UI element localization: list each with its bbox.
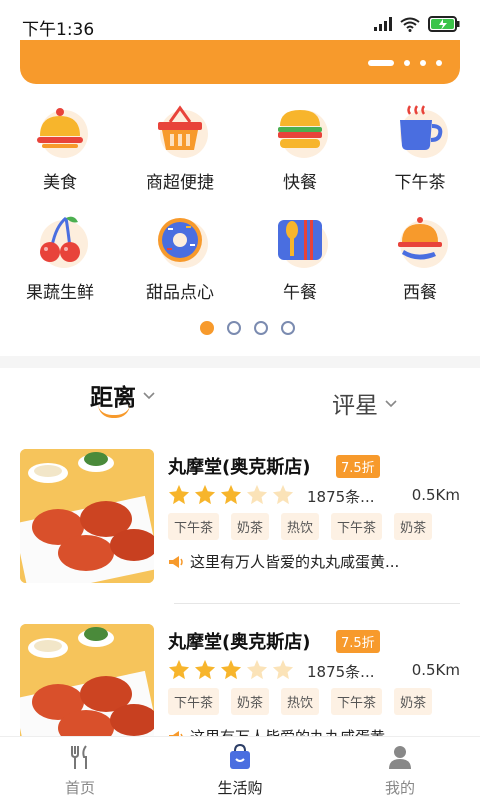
shop-tag: 下午茶 xyxy=(168,513,220,540)
shopping-bag-icon xyxy=(230,743,250,769)
category-label: 商超便捷 xyxy=(146,173,214,193)
discount-badge: 7.5折 xyxy=(336,630,380,653)
shop-tag: 热饮 xyxy=(281,513,320,540)
cutlery-icon xyxy=(270,210,330,270)
banner-dot xyxy=(420,60,426,66)
review-count: 1875条... xyxy=(307,488,375,506)
megaphone-icon xyxy=(169,555,183,568)
star-filled-icon xyxy=(194,659,216,680)
category-shangchao[interactable]: 商超便捷 xyxy=(120,100,240,200)
nav-profile-label: 我的 xyxy=(384,779,415,797)
category-xican[interactable]: 西餐 xyxy=(360,210,480,310)
status-time: 下午1:36 xyxy=(22,20,95,40)
nav-shopping[interactable]: 生活购 xyxy=(190,743,290,798)
shop-distance: 0.5Km xyxy=(411,486,460,504)
fork-knife-icon xyxy=(71,745,87,769)
shop-name: 丸摩堂(奥克斯店) xyxy=(168,457,311,478)
category-meishi[interactable]: 美食 xyxy=(0,100,120,200)
category-label: 果蔬生鲜 xyxy=(26,283,94,303)
pager-dot[interactable] xyxy=(254,321,268,335)
nav-home[interactable]: 首页 xyxy=(30,743,130,798)
serving-tray-icon xyxy=(390,210,450,270)
battery-charging-icon xyxy=(428,16,460,32)
shop-tags: 下午茶 奶茶 热饮 下午茶 奶茶 xyxy=(168,513,433,540)
shop-promo: 这里有万人皆爱的丸丸咸蛋黄... xyxy=(168,551,399,572)
user-icon xyxy=(389,746,411,769)
shop-tag: 下午茶 xyxy=(168,688,220,715)
category-label: 甜品点心 xyxy=(146,283,214,303)
shop-tag: 下午茶 xyxy=(331,513,383,540)
signal-icon xyxy=(374,17,392,31)
active-tab-indicator xyxy=(98,404,130,418)
sort-rating-tab[interactable]: 评星 xyxy=(332,386,398,420)
category-xiawucha[interactable]: 下午茶 xyxy=(360,100,480,200)
category-guoshu[interactable]: 果蔬生鲜 xyxy=(0,210,120,310)
shop-tag: 奶茶 xyxy=(394,688,433,715)
shop-tag: 奶茶 xyxy=(231,513,270,540)
discount-badge: 7.5折 xyxy=(336,455,380,478)
nav-home-label: 首页 xyxy=(64,779,95,797)
star-filled-icon xyxy=(168,484,190,505)
section-divider xyxy=(0,356,480,368)
promo-banner[interactable] xyxy=(20,40,460,84)
rating-stars xyxy=(168,484,294,505)
nav-shopping-label: 生活购 xyxy=(217,779,263,797)
basket-icon xyxy=(150,100,210,160)
banner-dot xyxy=(368,60,394,66)
category-label: 快餐 xyxy=(283,173,317,193)
category-label: 下午茶 xyxy=(394,173,446,193)
category-wucan[interactable]: 午餐 xyxy=(240,210,360,310)
category-label: 午餐 xyxy=(283,283,317,303)
pager-dot[interactable] xyxy=(281,321,295,335)
shop-tag: 热饮 xyxy=(281,688,320,715)
review-count: 1875条... xyxy=(307,663,375,681)
star-filled-icon xyxy=(194,484,216,505)
category-pager xyxy=(200,321,295,335)
card-divider xyxy=(174,603,460,604)
pager-dot[interactable] xyxy=(227,321,241,335)
star-filled-icon xyxy=(220,659,242,680)
category-kuaican[interactable]: 快餐 xyxy=(240,100,360,200)
pager-dot[interactable] xyxy=(200,321,214,335)
star-empty-icon xyxy=(272,484,294,505)
burger-icon xyxy=(270,100,330,160)
banner-dot xyxy=(436,60,442,66)
star-filled-icon xyxy=(220,484,242,505)
star-empty-icon xyxy=(246,659,268,680)
sort-rating-label: 评星 xyxy=(332,393,378,419)
banner-pager xyxy=(368,60,442,66)
nav-profile[interactable]: 我的 xyxy=(350,743,450,798)
shop-tag: 奶茶 xyxy=(394,513,433,540)
coffee-cup-icon xyxy=(390,100,450,160)
wifi-icon xyxy=(400,17,420,32)
star-empty-icon xyxy=(246,484,268,505)
donut-icon xyxy=(150,210,210,270)
promo-text: 这里有万人皆爱的丸丸咸蛋黄... xyxy=(190,553,400,571)
shop-thumbnail xyxy=(20,449,154,583)
shop-name: 丸摩堂(奥克斯店) xyxy=(168,632,311,653)
bottom-nav: 首页 生活购 我的 xyxy=(0,736,480,800)
cherry-icon xyxy=(30,210,90,270)
shop-tag: 奶茶 xyxy=(231,688,270,715)
shop-tags: 下午茶 奶茶 热饮 下午茶 奶茶 xyxy=(168,688,433,715)
chevron-down-icon xyxy=(143,392,155,400)
category-tianpin[interactable]: 甜品点心 xyxy=(120,210,240,310)
rating-stars xyxy=(168,659,294,680)
star-filled-icon xyxy=(168,659,190,680)
banner-dot xyxy=(404,60,410,66)
category-label: 西餐 xyxy=(403,283,437,303)
dish-cloche-icon xyxy=(30,100,90,160)
chevron-down-icon xyxy=(385,400,397,408)
shop-distance: 0.5Km xyxy=(411,661,460,679)
shop-tag: 下午茶 xyxy=(331,688,383,715)
star-empty-icon xyxy=(272,659,294,680)
shop-card[interactable]: 丸摩堂(奥克斯店) 7.5折 1875条... 0.5Km 下午茶 奶茶 热饮 … xyxy=(20,449,460,589)
category-label: 美食 xyxy=(43,173,77,193)
